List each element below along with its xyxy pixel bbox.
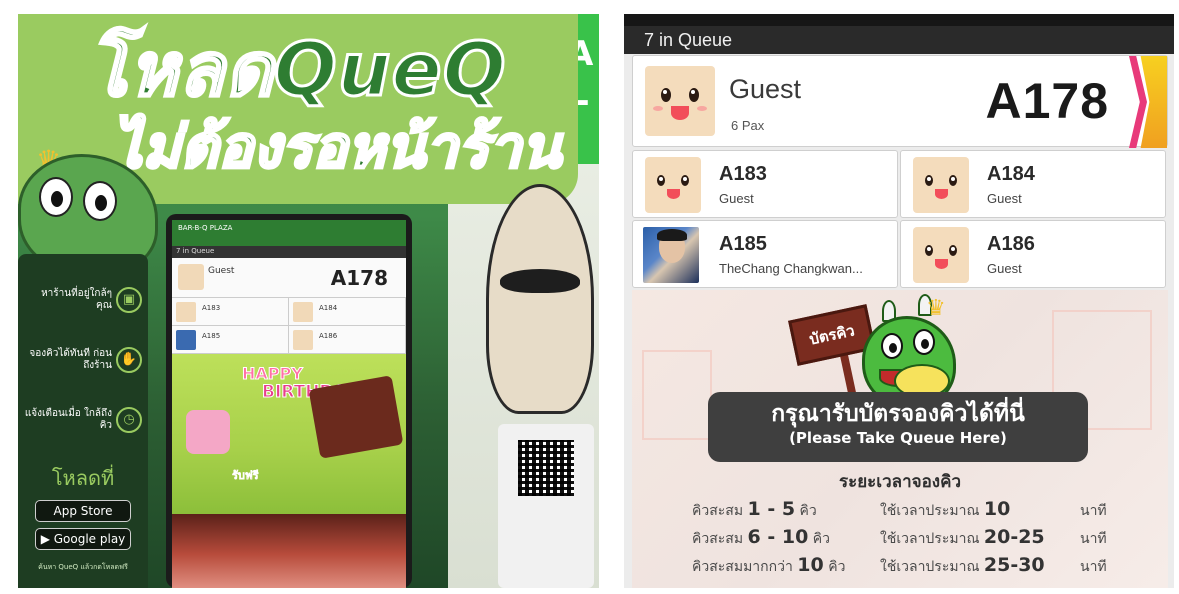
take-queue-box: กรุณารับบัตรจองคิวได้ที่นี่ (Please Take… [708,392,1088,462]
queue-entry-name: TheChang Changkwan... [719,261,863,276]
face-icon [645,66,715,136]
app-store-badge[interactable]: App Store [35,500,131,522]
tablet-cell: A184 [289,298,406,325]
take-queue-english: (Please Take Queue Here) [789,429,1007,447]
wait-time-table: คิวสะสม 1 - 5 คิว ใช้เวลาประมาณ 10 นาที … [692,498,1152,582]
tablet-main-number: A178 [330,266,388,290]
queue-display: 7 in Queue Guest 6 Pax A178 A183 Guest A… [624,14,1174,588]
tablet-main-entry: Guest A178 [172,258,406,298]
queue-entry-card: A183 Guest [632,150,898,218]
current-guest-name: Guest [729,74,802,104]
banner-headline-line2: ไม่ต้องรอหน้าร้าน [111,112,562,183]
tablet-cell: A186 [289,326,406,353]
user-photo [176,330,196,350]
face-icon [178,264,204,290]
tablet-cell: A183 [172,298,289,325]
tablet-screen: BAR-B-Q PLAZA 7 in Queue Guest A178 A183… [172,220,406,588]
clock-icon: ◷ [116,407,142,433]
take-queue-thai: กรุณารับบัตรจองคิวได้ที่นี่ [771,401,1025,427]
queue-entry-id: A186 [987,233,1035,255]
meat-image [172,514,406,588]
promo-free-text: รับฟรี [232,469,259,483]
queue-entry-name: Guest [987,261,1022,276]
feature-label: แจ้งเตือนเมื่อ ใกล้ถึงคิว [24,408,112,431]
tablet-row: A185 A186 [172,326,406,354]
queue-entry-card: A186 Guest [900,220,1166,288]
wait-time-row: คิวสะสม 1 - 5 คิว ใช้เวลาประมาณ 10 นาที [692,498,1107,520]
queue-entry-name: Guest [719,191,754,206]
qr-board [498,424,594,588]
face-icon [293,302,313,322]
current-queue-card: Guest 6 Pax A178 [632,55,1168,148]
current-queue-number: A178 [985,73,1109,129]
promo-happy: HAPPY [242,364,304,384]
tablet-queue-label: 7 in Queue [172,246,406,258]
food-tray-image [308,375,404,459]
feature-item: จองคิวได้ทันที ก่อนถึงร้าน ✋ [24,340,142,380]
sign-stick [839,349,857,399]
wait-time-row: คิวสะสมมากกว่า 10 คิว ใช้เวลาประมาณ 25-3… [692,554,1107,576]
face-icon [293,330,313,350]
feature-item: แจ้งเตือนเมื่อ ใกล้ถึงคิว ◷ [24,400,142,440]
qr-code-icon[interactable] [518,440,574,496]
wait-time-row: คิวสะสม 6 - 10 คิว ใช้เวลาประมาณ 20-25 น… [692,526,1107,548]
face-icon [913,157,969,213]
kiosk-photo: A L โหลดQueQ ไม่ต้องรอหน้าร้าน ♛ หาร้านท… [18,14,599,588]
google-play-badge[interactable]: ▶ Google play [35,528,131,550]
download-title: โหลดที่ [51,466,115,490]
queue-entry-card: A185 TheChang Changkwan... [632,220,898,288]
play-icon: ▶ [40,532,54,546]
user-photo [643,227,699,283]
queue-entry-id: A183 [719,163,767,185]
queue-entry-id: A185 [719,233,767,255]
face-icon [645,157,701,213]
feature-item: หาร้านที่อยู่ใกล้ๆ คุณ ▣ [24,280,142,320]
birthday-promo: HAPPY BIRTHDAY รับฟรี [172,354,406,514]
queue-count-bar: 7 in Queue [624,26,1174,54]
app-features-panel: หาร้านที่อยู่ใกล้ๆ คุณ ▣ จองคิวได้ทันที … [18,254,148,588]
download-footer: ค้นหา QueQ แล้วกดโหลดฟรี [38,563,128,571]
kiosk-tablet: BAR-B-Q PLAZA 7 in Queue Guest A178 A183… [166,214,412,588]
crown-icon: ♛ [926,296,946,321]
queue-entry-id: A184 [987,163,1035,185]
tablet-main-name: Guest [208,266,235,276]
tablet-brand: BAR-B-Q PLAZA [172,220,406,246]
chef-mascot [486,184,594,414]
eye-icon [39,177,73,217]
wait-time-title: ระยะเวลาจองคิว [838,472,962,492]
feature-label: จองคิวได้ทันที ก่อนถึงร้าน [29,348,112,371]
hand-icon: ✋ [116,347,142,373]
current-pax: 6 Pax [731,118,765,133]
mustache-icon [500,269,580,293]
tablet-row: A183 A184 [172,298,406,326]
face-icon [176,302,196,322]
screen-bezel [624,14,1174,26]
tablet-cell: A185 [172,326,289,353]
queue-info-panel: บัตรคิว ♛ กรุณารับบัตรจองคิวได้ที่นี่ (P… [632,290,1168,588]
queue-entry-name: Guest [987,191,1022,206]
store-icon: ▣ [116,287,142,313]
face-icon [913,227,969,283]
eye-icon [83,181,117,221]
feature-label: หาร้านที่อยู่ใกล้ๆ คุณ [41,288,112,311]
queue-entry-card: A184 Guest [900,150,1166,218]
cake-icon [186,410,230,454]
